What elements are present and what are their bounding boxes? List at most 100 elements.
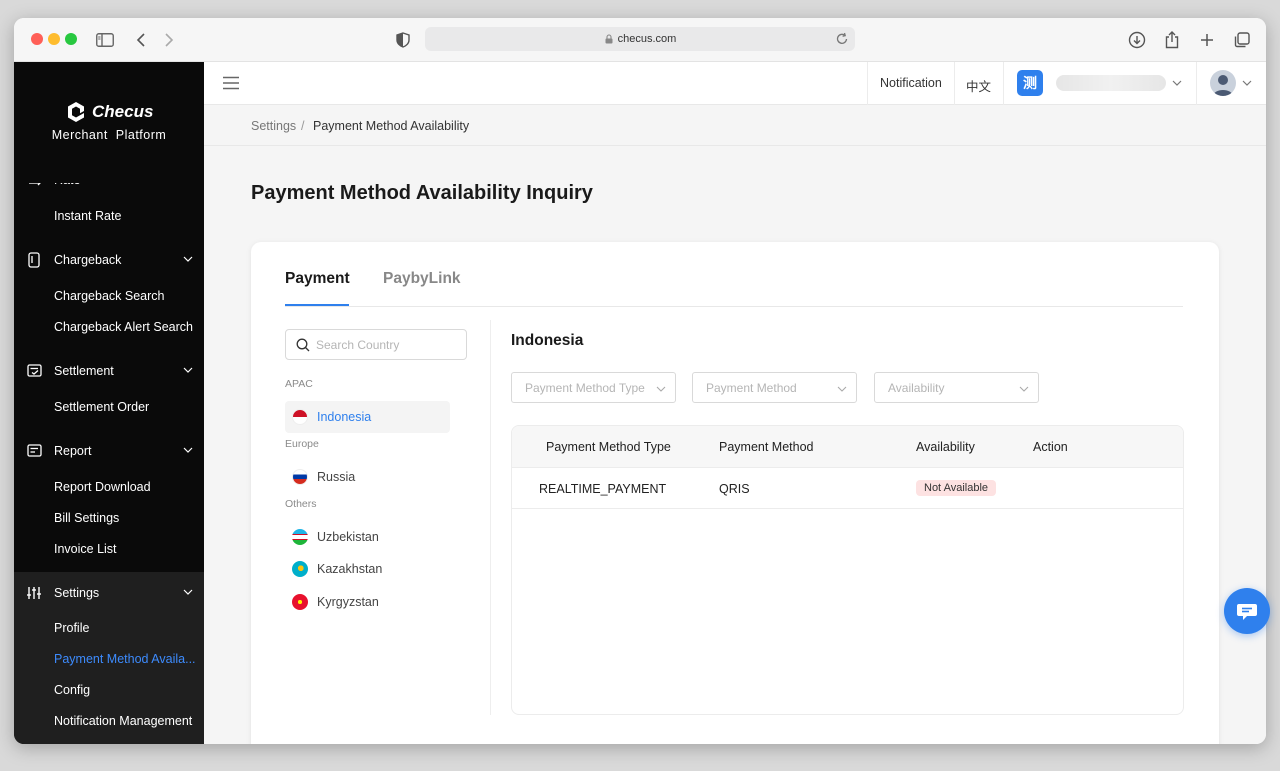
tab-payment[interactable]: Payment — [285, 270, 350, 288]
chevron-down-icon — [183, 447, 193, 453]
menu-icon[interactable] — [223, 76, 239, 90]
download-icon[interactable] — [1126, 29, 1148, 51]
address-bar[interactable]: checus.com — [425, 27, 855, 51]
select-placeholder: Availability — [888, 381, 945, 395]
account-name-blurred[interactable] — [1056, 75, 1166, 91]
sidebar-item-label: Settings — [54, 586, 100, 600]
url-text: checus.com — [617, 33, 677, 45]
settlement-icon — [26, 363, 42, 379]
sidebar-item-payment-method-availability[interactable]: Payment Method Availa... — [14, 645, 204, 673]
minimize-window-button[interactable] — [48, 33, 60, 45]
cell-type: REALTIME_PAYMENT — [539, 482, 667, 496]
column-header-type: Payment Method Type — [546, 440, 671, 454]
sidebar-item-report-download[interactable]: Report Download — [14, 473, 204, 501]
country-label: Russia — [317, 470, 356, 484]
browser-toolbar: checus.com — [14, 18, 1266, 62]
chevron-down-icon — [183, 367, 193, 373]
divider — [954, 62, 955, 105]
new-tab-icon[interactable] — [1196, 29, 1218, 51]
sidebar-item-rate[interactable]: Rate — [14, 173, 204, 195]
breadcrumb: Settings / Payment Method Availability — [204, 105, 1266, 146]
sidebar-item-profile[interactable]: Profile — [14, 614, 204, 642]
country-label: Indonesia — [317, 410, 372, 424]
sidebar-item-label: Config — [54, 683, 91, 697]
sidebar-item-settlement-order[interactable]: Settlement Order — [14, 393, 204, 421]
brand-logo[interactable]: Checus Merchant Platform — [14, 62, 204, 162]
breadcrumb-current: Payment Method Availability — [313, 119, 470, 133]
close-window-button[interactable] — [31, 33, 43, 45]
sliders-icon — [26, 585, 42, 601]
availability-table: Payment Method Type Payment Method Avail… — [511, 425, 1184, 715]
tab-paybylink[interactable]: PaybyLink — [383, 270, 461, 288]
availability-card: Payment PaybyLink APAC Indonesia Europe … — [251, 242, 1219, 744]
country-label: Uzbekistan — [317, 530, 379, 544]
sidebar-item-bill-settings[interactable]: Bill Settings — [14, 504, 204, 532]
sidebar-item-invoice-list[interactable]: Invoice List — [14, 535, 204, 563]
table-header: Payment Method Type Payment Method Avail… — [512, 426, 1183, 468]
phone-card-icon — [26, 252, 42, 268]
sidebar-item-config[interactable]: Config — [14, 676, 204, 704]
country-item-russia[interactable]: Russia — [285, 461, 450, 493]
maximize-window-button[interactable] — [65, 33, 77, 45]
reload-icon[interactable] — [835, 32, 849, 46]
sidebar-item-label: Report Download — [54, 480, 151, 494]
sidebar-toggle-icon[interactable] — [94, 29, 116, 51]
share-icon[interactable] — [1161, 29, 1183, 51]
sidebar-item-chargeback-alert-search[interactable]: Chargeback Alert Search — [14, 313, 204, 341]
sidebar-item-label: Invoice List — [54, 542, 117, 556]
region-label-apac: APAC — [285, 378, 313, 390]
country-item-uzbekistan[interactable]: Uzbekistan — [285, 521, 450, 553]
avatar[interactable] — [1210, 70, 1236, 96]
country-item-kazakhstan[interactable]: Kazakhstan — [285, 553, 450, 585]
sidebar-item-notification-management[interactable]: Notification Management — [14, 707, 204, 735]
sidebar-item-report[interactable]: Report — [14, 436, 204, 466]
rate-icon — [26, 183, 42, 188]
brand-subtitle: Merchant Platform — [51, 128, 167, 142]
column-header-availability: Availability — [916, 440, 975, 454]
region-label-others: Others — [285, 498, 317, 510]
chat-support-button[interactable] — [1224, 588, 1270, 634]
tab-overview-icon[interactable] — [1231, 29, 1253, 51]
payment-method-type-select[interactable]: Payment Method Type — [511, 372, 676, 403]
sidebar-item-chargeback[interactable]: Chargeback — [14, 245, 204, 275]
sidebar-item-label: Notification Management — [54, 714, 193, 728]
breadcrumb-separator: / — [301, 119, 305, 133]
country-label: Kazakhstan — [317, 562, 383, 576]
kyrgyzstan-flag-icon — [292, 594, 308, 610]
country-label: Kyrgyzstan — [317, 595, 379, 609]
search-input[interactable] — [316, 335, 461, 355]
main-content: Settings / Payment Method Availability P… — [204, 105, 1266, 744]
sidebar-item-chargeback-search[interactable]: Chargeback Search — [14, 282, 204, 310]
account-badge[interactable]: 测 — [1017, 70, 1043, 96]
notification-link[interactable]: Notification — [880, 76, 942, 90]
sidebar-item-label: Instant Rate — [54, 209, 122, 223]
forward-icon[interactable] — [158, 29, 180, 51]
sidebar-item-label: Bill Settings — [54, 511, 120, 525]
payment-method-select[interactable]: Payment Method — [692, 372, 857, 403]
availability-select[interactable]: Availability — [874, 372, 1039, 403]
chevron-down-icon[interactable] — [1172, 78, 1182, 88]
page-title: Payment Method Availability Inquiry — [251, 182, 593, 204]
sidebar-item-instant-rate[interactable]: Instant Rate — [14, 202, 204, 230]
breadcrumb-settings[interactable]: Settings — [251, 119, 296, 133]
column-header-action: Action — [1033, 440, 1068, 454]
language-switch[interactable]: 中文 — [966, 76, 991, 95]
shield-icon[interactable] — [392, 29, 414, 51]
country-item-kyrgyzstan[interactable]: Kyrgyzstan — [285, 586, 450, 618]
back-icon[interactable] — [130, 29, 152, 51]
brand-name: Checus — [92, 102, 154, 121]
active-tab-indicator — [285, 304, 349, 306]
country-search[interactable] — [285, 329, 467, 360]
chevron-down-icon — [656, 386, 666, 392]
sidebar-item-label: Settlement — [54, 364, 114, 378]
sidebar-item-label: Rate — [54, 173, 81, 187]
chevron-down-icon[interactable] — [1242, 78, 1252, 88]
country-item-indonesia[interactable]: Indonesia — [285, 401, 450, 433]
sidebar-item-label: Chargeback — [54, 253, 122, 267]
sidebar-item-settlement[interactable]: Settlement — [14, 356, 204, 386]
russia-flag-icon — [292, 469, 308, 485]
status-badge: Not Available — [916, 480, 997, 496]
chevron-down-icon — [837, 386, 847, 392]
lock-icon — [605, 34, 613, 44]
sidebar-item-settings[interactable]: Settings — [14, 578, 204, 608]
